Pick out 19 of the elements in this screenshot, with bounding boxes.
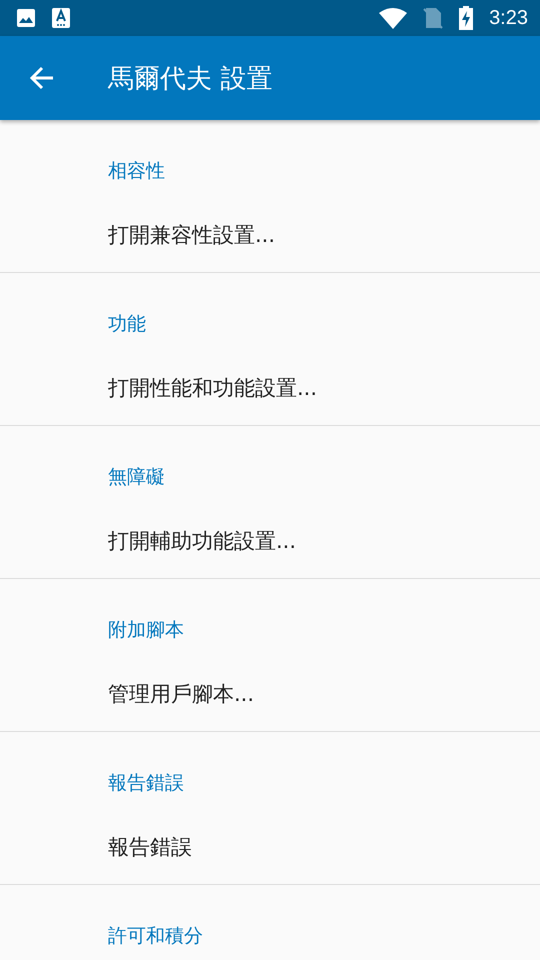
section-header: 附加腳本	[108, 618, 184, 643]
settings-item[interactable]: 管理用戶腳本...	[108, 680, 254, 708]
section-header: 功能	[108, 312, 146, 337]
image-icon	[16, 8, 36, 28]
battery-charging-icon	[459, 6, 474, 30]
settings-item[interactable]: 打開輔助功能設置...	[108, 527, 296, 555]
settings-item[interactable]: 打開兼容性設置...	[108, 221, 276, 249]
screen-title: 馬爾代夫 設置	[108, 62, 272, 96]
back-arrow-icon	[29, 65, 55, 91]
section-header: 相容性	[108, 159, 165, 184]
status-time: 3:23	[489, 6, 528, 30]
section-header: 許可和積分	[108, 924, 203, 949]
section-header: 報告錯誤	[108, 771, 184, 796]
settings-item[interactable]: 報告錯誤	[108, 833, 192, 861]
section-header: 無障礙	[108, 465, 165, 490]
settings-item[interactable]: 打開性能和功能設置...	[108, 374, 318, 402]
text-app-icon	[52, 8, 70, 28]
no-sim-icon	[423, 7, 444, 29]
wifi-icon	[379, 7, 408, 29]
